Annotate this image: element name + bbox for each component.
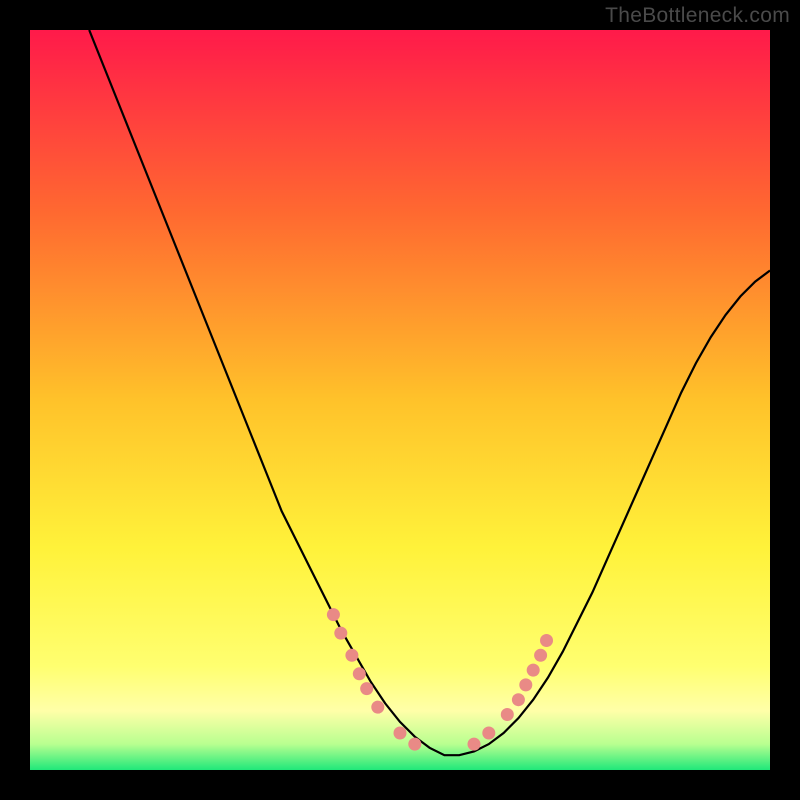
data-point: [408, 738, 421, 751]
plot-area: [30, 30, 770, 770]
data-point: [534, 649, 547, 662]
data-point: [540, 634, 553, 647]
data-point: [468, 738, 481, 751]
data-point: [334, 627, 347, 640]
data-point: [371, 701, 384, 714]
data-point: [360, 682, 373, 695]
gradient-background: [30, 30, 770, 770]
data-point: [512, 693, 525, 706]
data-point: [345, 649, 358, 662]
data-point: [482, 727, 495, 740]
data-point: [519, 678, 532, 691]
chart-frame: TheBottleneck.com: [0, 0, 800, 800]
watermark-text: TheBottleneck.com: [605, 4, 790, 28]
data-point: [527, 664, 540, 677]
data-point: [327, 608, 340, 621]
data-point: [353, 667, 366, 680]
data-point: [501, 708, 514, 721]
chart-svg: [30, 30, 770, 770]
data-point: [394, 727, 407, 740]
